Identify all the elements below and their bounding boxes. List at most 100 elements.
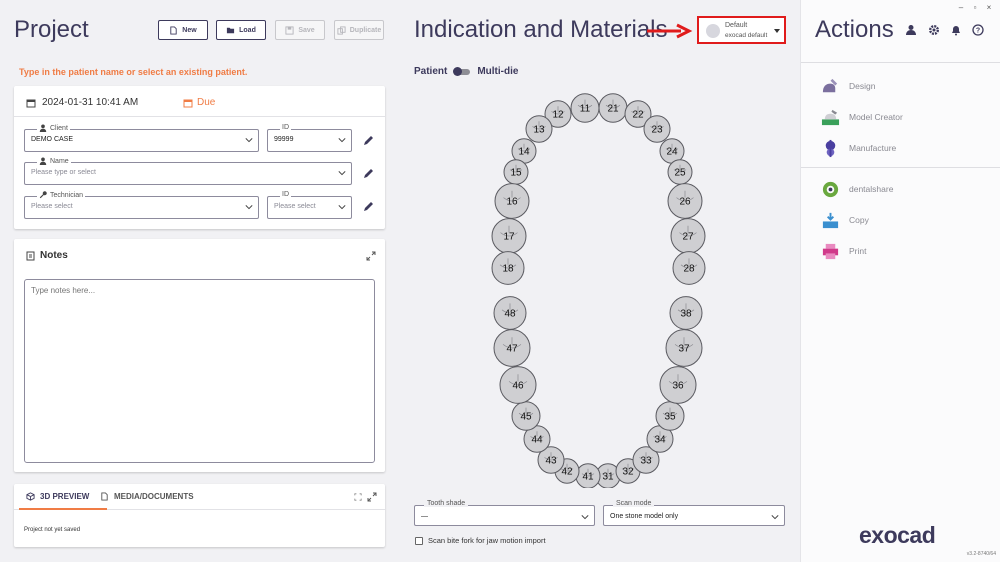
action-copy[interactable]: Copy	[821, 209, 869, 231]
action-model-creator[interactable]: Model Creator	[821, 106, 903, 128]
tooth-35[interactable]: 35	[655, 401, 685, 431]
action-print[interactable]: Print	[821, 240, 866, 262]
notes-icon	[26, 251, 35, 260]
folder-icon	[227, 27, 235, 33]
action-design[interactable]: Design	[821, 75, 875, 97]
tooth-shade-select[interactable]: Tooth shade —	[414, 500, 595, 526]
tooth-41[interactable]: 41	[575, 463, 601, 488]
client-id-label: ID	[280, 124, 291, 131]
scan-mode-select[interactable]: Scan mode One stone model only	[603, 500, 785, 526]
load-button[interactable]: Load	[216, 20, 266, 40]
expand-notes-icon[interactable]	[366, 251, 376, 261]
manufacture-icon	[825, 139, 836, 157]
technician-label: Technician	[37, 191, 86, 199]
tooth-chart: 11 12 1314 15 16 17 18 21 22 2324 25 26 27 28 31 32 3334…	[491, 93, 706, 488]
person-icon	[39, 124, 47, 132]
tooth-number: 18	[502, 264, 514, 275]
edit-technician-icon[interactable]	[362, 201, 374, 213]
tooth-28[interactable]: 28	[672, 251, 706, 285]
duplicate-icon	[337, 25, 346, 35]
document-icon	[101, 492, 108, 501]
client-id-select[interactable]: ID 99999	[267, 124, 352, 152]
due-calendar-icon	[183, 99, 193, 107]
tooth-number: 17	[503, 232, 515, 243]
tooth-48[interactable]: 48	[493, 296, 527, 330]
duplicate-button[interactable]: Duplicate	[334, 20, 384, 40]
action-manufacture[interactable]: Manufacture	[821, 137, 896, 159]
technician-id-placeholder: Please select	[274, 203, 316, 210]
tooth-15[interactable]: 15	[503, 159, 529, 185]
tooth-26[interactable]: 26	[667, 183, 703, 219]
technician-select[interactable]: Technician Please select	[24, 191, 259, 219]
tooth-46[interactable]: 46	[499, 366, 537, 404]
edit-name-icon[interactable]	[362, 168, 374, 180]
tooth-13[interactable]: 13	[525, 115, 553, 143]
tooth-shade-label: Tooth shade	[424, 500, 469, 507]
due-date-button[interactable]: Due	[183, 97, 215, 108]
restore-icon[interactable]: ▫	[971, 4, 979, 12]
tooth-16[interactable]: 16	[494, 183, 530, 219]
tooth-47[interactable]: 47	[493, 329, 531, 367]
tooth-11[interactable]: 11	[570, 93, 600, 123]
project-status: Project not yet saved	[24, 527, 81, 533]
tooth-number: 15	[510, 168, 522, 179]
help-icon[interactable]: ?	[972, 24, 984, 36]
tooth-number: 14	[518, 147, 530, 158]
gear-icon[interactable]	[928, 24, 940, 36]
tooth-25[interactable]: 25	[667, 159, 693, 185]
tooth-number: 42	[561, 467, 573, 478]
tooth-38[interactable]: 38	[669, 296, 703, 330]
preview-tabs: 3D PREVIEW MEDIA/DOCUMENTS	[14, 484, 385, 510]
indication-title: Indication and Materials	[414, 16, 668, 43]
fit-view-icon[interactable]	[354, 493, 362, 501]
close-icon[interactable]: ×	[985, 4, 993, 12]
load-button-label: Load	[239, 26, 256, 34]
patient-hint: Type in the patient name or select an ex…	[19, 67, 248, 77]
duplicate-button-label: Duplicate	[349, 26, 382, 34]
model-creator-icon	[821, 109, 840, 125]
bell-icon[interactable]	[950, 24, 962, 36]
tooth-number: 33	[640, 456, 652, 467]
tooth-number: 45	[520, 412, 532, 423]
expand-preview-icon[interactable]	[367, 492, 377, 502]
tooth-37[interactable]: 37	[665, 329, 703, 367]
name-select[interactable]: Name Please type or select	[24, 157, 352, 185]
scan-mode-label: Scan mode	[613, 500, 655, 507]
tooth-45[interactable]: 45	[511, 401, 541, 431]
date-field[interactable]: 2024-01-31 10:41 AM	[26, 97, 138, 108]
tooth-36[interactable]: 36	[659, 366, 697, 404]
tooth-27[interactable]: 27	[670, 218, 706, 254]
action-dentalshare[interactable]: dentalshare	[821, 178, 893, 200]
tooth-number: 26	[679, 197, 691, 208]
project-title: Project	[14, 16, 89, 43]
user-icon[interactable]	[905, 24, 917, 36]
action-model-creator-label: Model Creator	[849, 112, 903, 122]
tooth-number: 25	[674, 168, 686, 179]
tooth-17[interactable]: 17	[491, 218, 527, 254]
tooth-18[interactable]: 18	[491, 251, 525, 285]
preset-select[interactable]: Default exocad default	[697, 16, 786, 44]
client-select[interactable]: Client DEMO CASE	[24, 124, 259, 152]
tooth-number: 48	[504, 309, 516, 320]
minimize-icon[interactable]: –	[957, 4, 965, 12]
technician-id-select[interactable]: ID Please select	[267, 191, 352, 219]
tooth-number: 24	[666, 147, 678, 158]
actions-title: Actions	[815, 16, 894, 43]
multidie-switch[interactable]	[453, 67, 471, 76]
tooth-number: 31	[602, 472, 614, 483]
tab-3d-preview[interactable]: 3D PREVIEW	[26, 492, 89, 501]
tooth-number: 16	[506, 197, 518, 208]
tab-3d-label: 3D PREVIEW	[40, 492, 90, 501]
caret-down-icon	[774, 29, 780, 33]
edit-client-icon[interactable]	[362, 135, 374, 147]
save-button[interactable]: Save	[275, 20, 325, 40]
notes-textarea[interactable]	[24, 279, 375, 463]
tab-media-documents[interactable]: MEDIA/DOCUMENTS	[100, 492, 194, 501]
tooth-21[interactable]: 21	[598, 93, 628, 123]
bite-fork-checkbox[interactable]	[415, 536, 423, 545]
new-button[interactable]: New	[158, 20, 208, 40]
tooth-23[interactable]: 23	[643, 115, 671, 143]
tooth-number: 35	[664, 412, 676, 423]
tooth-number: 22	[632, 110, 644, 121]
technician-label-text: Technician	[50, 191, 84, 199]
